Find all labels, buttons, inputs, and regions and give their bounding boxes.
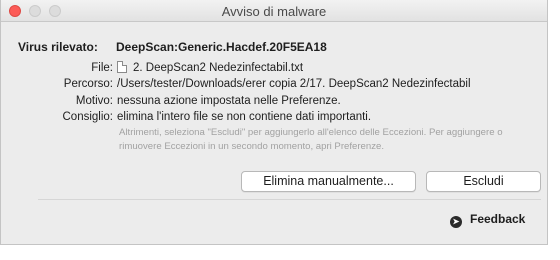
virus-detected-line: Virus rilevato: DeepScan:Generic.Hacdef.2…: [18, 40, 327, 54]
window-title: Avviso di malware: [221, 4, 327, 19]
path-value: /Users/tester/Downloads/erer copia 2/17.…: [117, 78, 471, 90]
virus-name: DeepScan:Generic.Hacdef.20F5EA18: [116, 40, 327, 54]
virus-detected-label: Virus rilevato:: [18, 40, 98, 54]
delete-manually-button[interactable]: Elimina manualmente...: [241, 171, 416, 192]
malware-alert-window: Avviso di malware Virus rilevato: DeepSca…: [0, 0, 548, 245]
advice-label: Consiglio:: [62, 111, 114, 123]
arrow-circle-icon: ➤: [450, 216, 462, 228]
file-name: 2. DeepScan2 Nedezinfectabil.txt: [133, 62, 304, 74]
advice-value: elimina l'intero file se non contiene da…: [117, 111, 372, 123]
reason-label: Motivo:: [75, 95, 113, 107]
path-label: Percorso:: [63, 78, 113, 90]
divider: [38, 199, 541, 200]
file-label: File:: [91, 62, 113, 74]
file-row: File: 2. DeepScan2 Nedezinfectabil.txt: [1, 61, 303, 74]
advice-row: Consiglio: elimina l'intero file se non c…: [1, 111, 372, 123]
document-icon: [117, 61, 127, 73]
reason-value: nessuna azione impostata nelle Preferenz…: [117, 95, 341, 107]
path-row: Percorso: /Users/tester/Downloads/erer co…: [1, 78, 471, 90]
title-bar: Avviso di malware: [1, 0, 547, 22]
feedback-link[interactable]: ➤ Feedback: [450, 212, 525, 228]
exclude-button[interactable]: Escludi: [426, 171, 541, 192]
reason-row: Motivo: nessuna azione impostata nelle Pr…: [1, 95, 341, 107]
exclusion-hint: Altrimenti, seleziona "Escludi" per aggi…: [119, 127, 503, 152]
feedback-label: Feedback: [470, 212, 526, 226]
